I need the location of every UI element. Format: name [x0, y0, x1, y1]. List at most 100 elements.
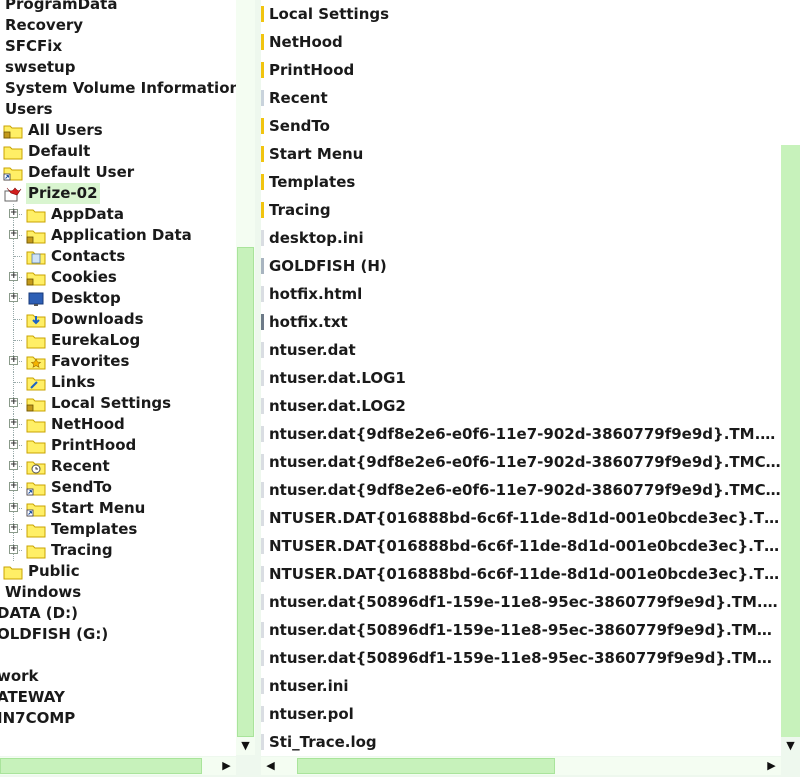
- expand-plus-icon[interactable]: +: [9, 503, 18, 512]
- tree-item[interactable]: OLDFISH (G:): [0, 624, 236, 645]
- tree-item[interactable]: Default: [0, 141, 236, 162]
- expand-plus-icon[interactable]: +: [9, 209, 18, 218]
- expand-plus-icon[interactable]: +: [9, 461, 18, 470]
- tree-item[interactable]: + Desktop: [0, 288, 236, 309]
- file-list-row[interactable]: ntuser.dat{50896df1-159e-11e8-95ec-38607…: [261, 616, 781, 644]
- tree-item-label: ProgramData: [5, 0, 118, 13]
- file-list-row[interactable]: ntuser.dat{50896df1-159e-11e8-95ec-38607…: [261, 588, 781, 616]
- tree-item[interactable]: swsetup: [0, 57, 236, 78]
- tree-scroll-down-button[interactable]: ▼: [236, 737, 255, 755]
- file-list-row[interactable]: ntuser.dat.LOG2: [261, 392, 781, 420]
- tree-item[interactable]: + PrintHood: [0, 435, 236, 456]
- tree-item[interactable]: + Local Settings: [0, 393, 236, 414]
- file-list-row[interactable]: ntuser.dat: [261, 336, 781, 364]
- tree-scroll-right-button[interactable]: ▶: [217, 757, 236, 775]
- file-list-scroll-down-button[interactable]: ▼: [781, 737, 800, 755]
- tree-item-label: AppData: [51, 205, 124, 223]
- expand-plus-icon[interactable]: +: [9, 272, 18, 281]
- tree-item[interactable]: + AppData: [0, 204, 236, 225]
- file-name: PrintHood: [269, 61, 355, 79]
- tree-item[interactable]: + Tracing: [0, 540, 236, 561]
- tree-vertical-scroll-thumb[interactable]: [237, 247, 254, 737]
- expand-plus-icon[interactable]: +: [9, 482, 18, 491]
- tree-item[interactable]: Downloads: [0, 309, 236, 330]
- tree-item[interactable]: work: [0, 666, 236, 687]
- file-list-row[interactable]: Templates: [261, 168, 781, 196]
- expand-plus-icon[interactable]: +: [9, 398, 18, 407]
- expand-plus-icon[interactable]: +: [9, 524, 18, 533]
- expand-plus-icon[interactable]: +: [9, 440, 18, 449]
- file-list-row[interactable]: NTUSER.DAT{016888bd-6c6f-11de-8d1d-001e0…: [261, 560, 781, 588]
- file-list-row[interactable]: ntuser.dat{50896df1-159e-11e8-95ec-38607…: [261, 644, 781, 672]
- tree-item[interactable]: + SendTo: [0, 477, 236, 498]
- tree-item[interactable]: EurekaLog: [0, 330, 236, 351]
- file-list-row[interactable]: hotfix.txt: [261, 308, 781, 336]
- file-icon: [261, 34, 264, 50]
- file-list-row[interactable]: PrintHood: [261, 56, 781, 84]
- file-list-row[interactable]: SendTo: [261, 112, 781, 140]
- file-list-row[interactable]: ntuser.dat{9df8e2e6-e0f6-11e7-902d-38607…: [261, 476, 781, 504]
- tree-item[interactable]: Public: [0, 561, 236, 582]
- tree-item[interactable]: ATEWAY: [0, 687, 236, 708]
- file-icon: [261, 678, 264, 694]
- file-list-pane[interactable]: Local Settings NetHood PrintHood Recent Send…: [261, 0, 781, 756]
- file-list-row[interactable]: Tracing: [261, 196, 781, 224]
- tree-item[interactable]: + Favorites: [0, 351, 236, 372]
- tree-item[interactable]: + Templates: [0, 519, 236, 540]
- expand-plus-icon[interactable]: +: [9, 545, 18, 554]
- tree-item[interactable]: Recovery: [0, 15, 236, 36]
- tree-item[interactable]: + Recent: [0, 456, 236, 477]
- tree-item[interactable]: Links: [0, 372, 236, 393]
- expand-plus-icon[interactable]: +: [9, 293, 18, 302]
- file-list-row[interactable]: hotfix.html: [261, 280, 781, 308]
- file-list-vertical-scroll-thumb[interactable]: [781, 145, 800, 737]
- file-list-row[interactable]: NTUSER.DAT{016888bd-6c6f-11de-8d1d-001e0…: [261, 504, 781, 532]
- tree-item-label: All Users: [28, 121, 103, 139]
- file-list-row[interactable]: Start Menu: [261, 140, 781, 168]
- tree-item[interactable]: Windows: [0, 582, 236, 603]
- tree-item[interactable]: Users: [0, 99, 236, 120]
- tree-item[interactable]: DATA (D:): [0, 603, 236, 624]
- tree-item[interactable]: + Cookies: [0, 267, 236, 288]
- tree-horizontal-scroll-thumb[interactable]: [0, 758, 202, 774]
- file-list-scroll-left-button[interactable]: ◀: [261, 757, 280, 775]
- tree-item[interactable]: Default User: [0, 162, 236, 183]
- file-list-row[interactable]: ntuser.dat{9df8e2e6-e0f6-11e7-902d-38607…: [261, 448, 781, 476]
- file-list-horizontal-scroll-thumb[interactable]: [297, 758, 555, 774]
- file-icon: [261, 454, 264, 470]
- file-list-row[interactable]: GOLDFISH (H): [261, 252, 781, 280]
- file-list-row[interactable]: ntuser.dat.LOG1: [261, 364, 781, 392]
- tree-item[interactable]: + Application Data: [0, 225, 236, 246]
- tree-item[interactable]: [0, 645, 236, 666]
- tree-item-label: Favorites: [51, 352, 130, 370]
- file-list-scroll-track[interactable]: [781, 0, 800, 145]
- tree-item-label: ATEWAY: [0, 688, 65, 706]
- file-name: hotfix.txt: [269, 313, 348, 331]
- tree-item[interactable]: ProgramData: [0, 0, 236, 15]
- tree-item-label: System Volume Information: [5, 79, 236, 97]
- tree-item[interactable]: + NetHood: [0, 414, 236, 435]
- file-list-row[interactable]: ntuser.dat{9df8e2e6-e0f6-11e7-902d-38607…: [261, 420, 781, 448]
- tree-item[interactable]: + Start Menu: [0, 498, 236, 519]
- file-list-row[interactable]: Local Settings: [261, 0, 781, 28]
- tree-item[interactable]: Contacts: [0, 246, 236, 267]
- file-list-row[interactable]: ntuser.ini: [261, 672, 781, 700]
- file-list-row[interactable]: Sti_Trace.log: [261, 728, 781, 756]
- expand-plus-icon[interactable]: +: [9, 419, 18, 428]
- file-list-row[interactable]: Recent: [261, 84, 781, 112]
- folder-locked-icon: [26, 227, 46, 244]
- file-list-row[interactable]: NTUSER.DAT{016888bd-6c6f-11de-8d1d-001e0…: [261, 532, 781, 560]
- tree-item[interactable]: SFCFix: [0, 36, 236, 57]
- tree-item[interactable]: System Volume Information: [0, 78, 236, 99]
- folder-icon: [26, 542, 46, 559]
- file-list-scroll-right-button[interactable]: ▶: [762, 757, 781, 775]
- file-list-row[interactable]: desktop.ini: [261, 224, 781, 252]
- file-list-row[interactable]: ntuser.pol: [261, 700, 781, 728]
- tree-item[interactable]: IN7COMP: [0, 708, 236, 729]
- expand-plus-icon[interactable]: +: [9, 230, 18, 239]
- folder-tree-pane[interactable]: ProgramData Recovery SFCFix swsetup System V…: [0, 0, 236, 755]
- expand-plus-icon[interactable]: +: [9, 356, 18, 365]
- tree-item[interactable]: Prize-02: [0, 183, 236, 204]
- tree-item[interactable]: All Users: [0, 120, 236, 141]
- file-list-row[interactable]: NetHood: [261, 28, 781, 56]
